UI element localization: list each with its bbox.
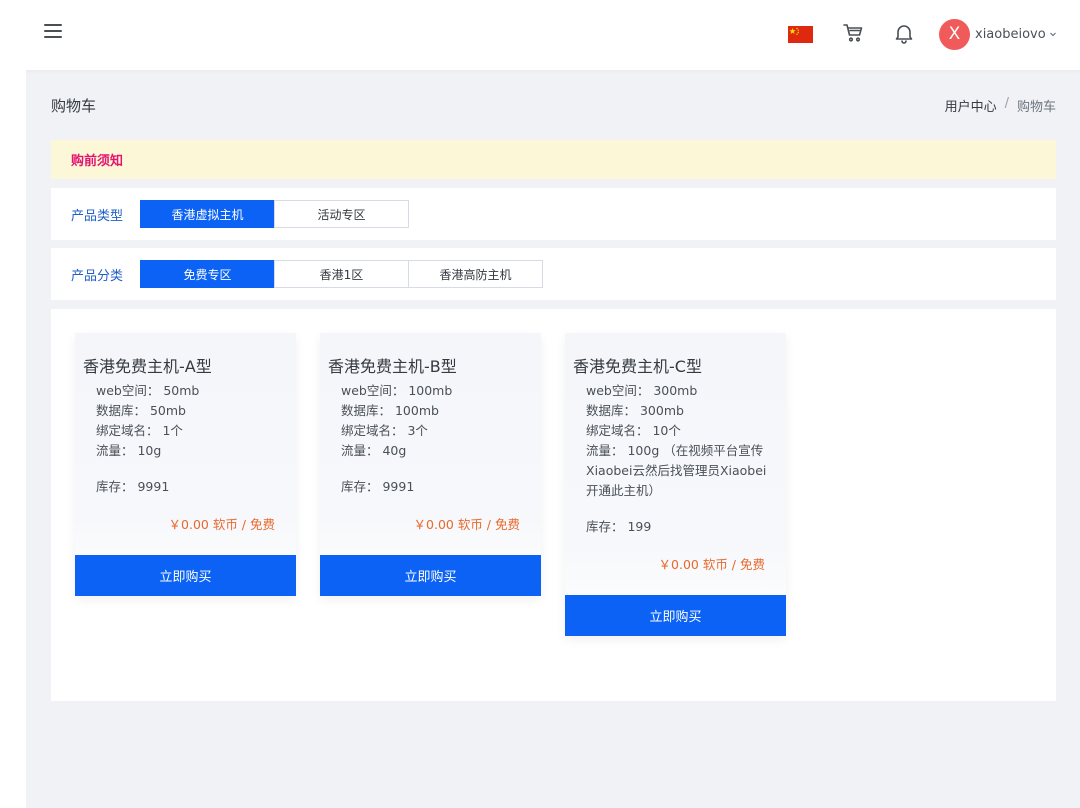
price: ￥0.00 软币 / 免费 <box>658 557 765 572</box>
product-name: 香港免费主机-B型 <box>328 357 457 376</box>
category-option-hk-ddos-host[interactable]: 香港高防主机 <box>408 260 543 288</box>
breadcrumb: 用户中心 / 购物车 <box>945 96 1056 115</box>
product-name: 香港免费主机-A型 <box>83 357 212 376</box>
breadcrumb-current: 购物车 <box>1016 100 1056 115</box>
cart-icon[interactable] <box>842 22 864 44</box>
user-menu[interactable]: X xiaobeiovo <box>939 18 1057 50</box>
buy-now-button[interactable]: 立即购买 <box>75 555 296 596</box>
category-option-hk-zone-1[interactable]: 香港1区 <box>274 260 409 288</box>
spec-database: 数据库： 100mb <box>341 403 439 418</box>
sidebar <box>0 70 26 808</box>
spec-database: 数据库： 50mb <box>96 403 186 418</box>
product-list: 香港免费主机-A型 web空间： 50mb 数据库： 50mb 绑定域名： 1个… <box>51 309 1056 701</box>
product-type-filter: 产品类型 香港虚拟主机 活动专区 <box>51 188 1056 240</box>
page-title: 购物车 <box>51 97 97 115</box>
username[interactable]: xiaobeiovo <box>975 27 1046 42</box>
product-card: 香港免费主机-C型 web空间： 300mb 数据库： 300mb 绑定域名： … <box>565 333 786 636</box>
spec-database: 数据库： 300mb <box>586 403 684 418</box>
product-category-label: 产品分类 <box>71 268 124 284</box>
spec-domains: 绑定域名： 1个 <box>96 423 183 438</box>
spec-traffic: 流量： 40g <box>341 443 407 458</box>
product-name: 香港免费主机-C型 <box>573 357 702 376</box>
stock: 库存： 199 <box>586 519 652 534</box>
spec-web-space: web空间： 50mb <box>96 383 200 398</box>
spec-traffic: 流量： 100g （在视频平台宣传Xiaobei云然后找管理员Xiaobei开通… <box>586 443 767 498</box>
breadcrumb-separator: / <box>1004 96 1009 111</box>
type-option-promotions[interactable]: 活动专区 <box>274 200 409 228</box>
breadcrumb-user-center[interactable]: 用户中心 <box>945 96 997 115</box>
product-category-filter: 产品分类 免费专区 香港1区 香港高防主机 <box>51 248 1056 300</box>
avatar[interactable]: X <box>939 18 970 50</box>
stock: 库存： 9991 <box>341 479 415 494</box>
china-flag-icon[interactable] <box>788 26 813 43</box>
spec-traffic: 流量： 10g <box>96 443 162 458</box>
buy-now-button[interactable]: 立即购买 <box>320 555 541 596</box>
notice-title[interactable]: 购前须知 <box>71 150 123 169</box>
product-card: 香港免费主机-B型 web空间： 100mb 数据库： 100mb 绑定域名： … <box>320 333 541 596</box>
product-type-label: 产品类型 <box>71 208 124 224</box>
spec-web-space: web空间： 300mb <box>586 383 698 398</box>
menu-icon[interactable] <box>44 24 62 40</box>
chevron-down-icon[interactable] <box>1049 30 1057 38</box>
product-card: 香港免费主机-A型 web空间： 50mb 数据库： 50mb 绑定域名： 1个… <box>75 333 296 596</box>
buy-now-button[interactable]: 立即购买 <box>565 595 786 636</box>
stock: 库存： 9991 <box>96 479 170 494</box>
purchase-notice: 购前须知 <box>51 140 1056 179</box>
top-navbar: X xiaobeiovo <box>0 0 1080 70</box>
spec-domains: 绑定域名： 10个 <box>586 423 681 438</box>
spec-web-space: web空间： 100mb <box>341 383 453 398</box>
bell-icon[interactable] <box>893 22 915 44</box>
spec-domains: 绑定域名： 3个 <box>341 423 428 438</box>
type-option-hk-virtual-host[interactable]: 香港虚拟主机 <box>140 200 275 228</box>
price: ￥0.00 软币 / 免费 <box>168 517 275 532</box>
category-option-free-zone[interactable]: 免费专区 <box>140 260 275 288</box>
price: ￥0.00 软币 / 免费 <box>413 517 520 532</box>
